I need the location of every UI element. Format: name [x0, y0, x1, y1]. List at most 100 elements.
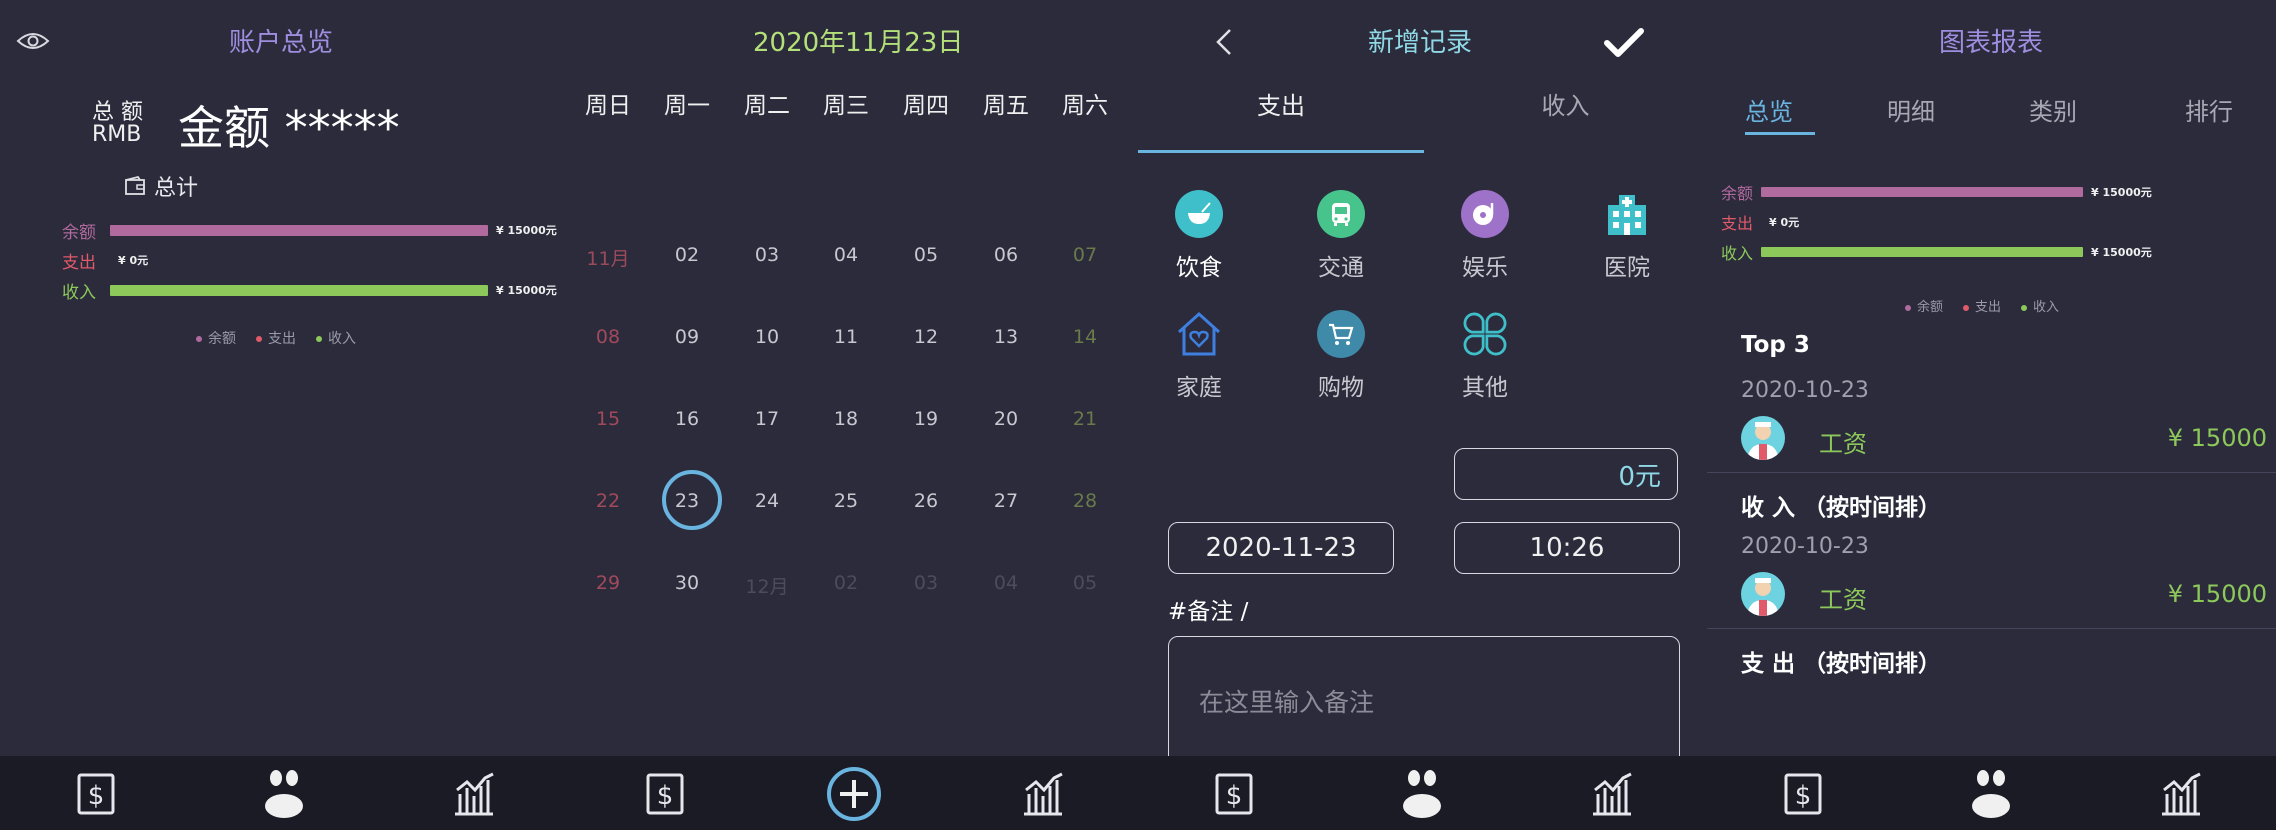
tab-footprint-icon[interactable]	[1400, 770, 1444, 818]
tab-footprint-icon[interactable]	[262, 770, 306, 818]
calendar-day[interactable]: 05	[1050, 572, 1120, 594]
divider	[1707, 472, 2276, 473]
calendar-day[interactable]: 11	[811, 326, 881, 348]
svg-text:$: $	[88, 781, 105, 811]
home-heart-icon	[1175, 310, 1223, 358]
bowl-icon	[1175, 190, 1223, 238]
svg-text:$: $	[657, 781, 674, 811]
category-transport[interactable]: 交通	[1296, 190, 1386, 282]
income-record-row[interactable]: 工资 ¥ 15000	[1741, 572, 2276, 618]
weekday-label: 周四	[903, 93, 949, 119]
date-picker[interactable]: 2020-11-23	[1168, 522, 1394, 574]
category-food[interactable]: 饮食	[1154, 190, 1244, 282]
calendar-day[interactable]: 07	[1050, 244, 1120, 266]
tab-chart-icon[interactable]	[1021, 772, 1065, 816]
category-other[interactable]: 其他	[1440, 310, 1530, 402]
eye-icon[interactable]	[16, 30, 50, 52]
top3-record-row[interactable]: 工资 ¥ 15000	[1741, 416, 2276, 462]
calendar-day[interactable]: 05	[891, 244, 961, 266]
worker-avatar-icon	[1741, 572, 1785, 616]
calendar-day[interactable]: 09	[652, 326, 722, 348]
cart-icon	[1317, 310, 1365, 358]
tab-underline	[1745, 132, 1815, 135]
record-name: 工资	[1819, 430, 1867, 458]
calendar-day[interactable]: 20	[971, 408, 1041, 430]
tab-chart-icon[interactable]	[2159, 772, 2203, 816]
calendar-day[interactable]: 04	[971, 572, 1041, 594]
income-date: 2020-10-23	[1741, 534, 1869, 559]
calendar-day[interactable]: 15	[573, 408, 643, 430]
tab-chart-icon[interactable]	[1590, 772, 1634, 816]
tab-expense[interactable]: 支出	[1138, 86, 1424, 121]
amount-input[interactable]: 0元	[1454, 448, 1678, 500]
category-label: 购物	[1318, 375, 1364, 401]
bar-label: 余额	[1720, 184, 1753, 203]
time-picker[interactable]: 10:26	[1454, 522, 1680, 574]
calendar-day[interactable]: 16	[652, 408, 722, 430]
note-textarea[interactable]: 在这里输入备注	[1168, 636, 1680, 766]
hospital-icon	[1603, 190, 1651, 238]
calendar-day[interactable]: 18	[811, 408, 881, 430]
tab-overview[interactable]: 总览	[1745, 92, 1793, 127]
calendar-day[interactable]: 04	[811, 244, 881, 266]
add-record-icon[interactable]	[826, 766, 882, 822]
category-label: 家庭	[1176, 375, 1222, 401]
tab-dollar-icon[interactable]: $	[1212, 772, 1256, 816]
summary-header: 总计	[124, 170, 198, 202]
tab-detail[interactable]: 明细	[1887, 92, 1935, 127]
calendar-day[interactable]: 10	[732, 326, 802, 348]
legend-item: 支出	[1963, 296, 2001, 315]
calendar-day[interactable]: 14	[1050, 326, 1120, 348]
weekday-label: 周三	[823, 93, 869, 119]
bar-value: ¥ 0元	[118, 254, 149, 267]
music-disc-icon	[1461, 190, 1509, 238]
tab-footprint-icon[interactable]	[1969, 770, 2013, 818]
calendar-day[interactable]: 21	[1050, 408, 1120, 430]
category-hospital[interactable]: 医院	[1582, 190, 1672, 282]
bus-icon	[1317, 190, 1365, 238]
tab-dollar-icon[interactable]: $	[643, 772, 687, 816]
calendar-day[interactable]: 27	[971, 490, 1041, 512]
weekday-label: 周一	[664, 93, 710, 119]
tab-category[interactable]: 类别	[2029, 92, 2077, 127]
worker-avatar-icon	[1741, 416, 1785, 460]
tab-ranking[interactable]: 排行	[2185, 92, 2233, 127]
calendar-day[interactable]: 06	[971, 244, 1041, 266]
calendar-day[interactable]: 23	[652, 490, 722, 512]
calendar-day[interactable]: 13	[971, 326, 1041, 348]
tab-income[interactable]: 收入	[1424, 86, 1707, 121]
back-chevron-icon[interactable]	[1216, 28, 1232, 60]
chart-legend: 余额 支出 收入	[196, 328, 356, 348]
calendar-day[interactable]: 30	[652, 572, 722, 594]
calendar-day[interactable]: 26	[891, 490, 961, 512]
category-label: 其他	[1462, 375, 1508, 401]
tab-chart-icon[interactable]	[452, 772, 496, 816]
calendar-day[interactable]: 02	[811, 572, 881, 594]
calendar-day[interactable]: 12月	[732, 572, 802, 599]
calendar-day[interactable]: 28	[1050, 490, 1120, 512]
bar-value: ¥ 15000元	[496, 284, 557, 297]
category-entertainment[interactable]: 娱乐	[1440, 190, 1530, 282]
calendar-day[interactable]: 08	[573, 326, 643, 348]
confirm-check-icon[interactable]	[1604, 28, 1644, 62]
calendar-day[interactable]: 24	[732, 490, 802, 512]
category-shopping[interactable]: 购物	[1296, 310, 1386, 402]
weekday-label: 周五	[983, 93, 1029, 119]
calendar-day[interactable]: 25	[811, 490, 881, 512]
income-bar-row: 收入 ¥ 15000元	[1707, 240, 2152, 264]
chart-legend: 余额 支出 收入	[1905, 296, 2059, 315]
calendar-day[interactable]: 11月	[573, 244, 643, 271]
category-label: 医院	[1604, 255, 1650, 281]
calendar-day[interactable]: 03	[732, 244, 802, 266]
calendar-day[interactable]: 03	[891, 572, 961, 594]
bar-value: ¥ 0元	[1769, 216, 1800, 229]
calendar-day[interactable]: 17	[732, 408, 802, 430]
calendar-day[interactable]: 19	[891, 408, 961, 430]
calendar-day[interactable]: 22	[573, 490, 643, 512]
calendar-day[interactable]: 12	[891, 326, 961, 348]
calendar-day[interactable]: 29	[573, 572, 643, 594]
category-home[interactable]: 家庭	[1154, 310, 1244, 402]
tab-dollar-icon[interactable]: $	[1781, 772, 1825, 816]
calendar-day[interactable]: 02	[652, 244, 722, 266]
tab-dollar-icon[interactable]: $	[74, 772, 118, 816]
